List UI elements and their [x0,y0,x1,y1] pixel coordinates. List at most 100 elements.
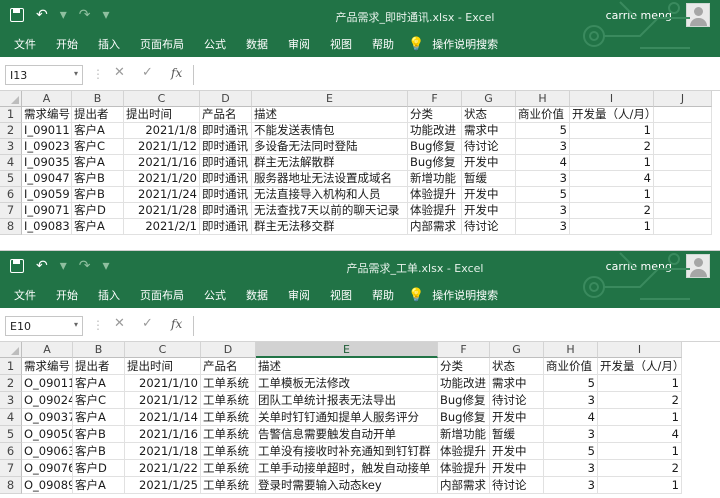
header-cell[interactable]: 状态 [490,358,544,375]
table-cell[interactable]: 工单没有接收时补充通知到钉钉群 [256,443,438,460]
chevron-down-icon[interactable]: ▾ [74,320,78,329]
table-cell[interactable]: 待讨论 [462,139,516,155]
table-cell[interactable]: 3 [544,392,598,409]
ribbon-tab[interactable]: 帮助 [372,287,394,303]
formula-input[interactable] [193,316,720,336]
enter-icon[interactable]: ✓ [142,65,153,80]
table-cell[interactable]: 待讨论 [490,392,544,409]
table-cell[interactable]: 1 [570,155,654,171]
column-header[interactable]: B [73,342,125,358]
table-cell[interactable]: 服务器地址无法设置成域名 [252,171,408,187]
tell-me-search[interactable]: 操作说明搜索 [432,36,498,52]
table-cell[interactable]: 2 [598,392,682,409]
row-header[interactable]: 3 [0,139,22,155]
table-cell[interactable]: 3 [516,219,570,235]
table-cell[interactable]: 2 [598,460,682,477]
header-cell[interactable]: 描述 [256,358,438,375]
table-cell[interactable]: 2021/1/24 [124,187,200,203]
header-cell[interactable]: 提出者 [73,358,125,375]
table-cell[interactable]: 客户B [73,443,125,460]
table-cell[interactable] [654,203,712,219]
table-cell[interactable]: 客户C [72,139,124,155]
table-cell[interactable]: O_09089 [22,477,73,494]
table-cell[interactable]: 即时通讯 [200,219,252,235]
table-cell[interactable]: 即时通讯 [200,203,252,219]
header-cell[interactable]: 需求编号 [22,107,72,123]
column-header[interactable]: B [72,91,124,107]
header-cell[interactable]: 产品名 [200,107,252,123]
table-cell[interactable]: 4 [544,409,598,426]
table-cell[interactable]: 3 [516,203,570,219]
name-box[interactable]: E10 ▾ [5,316,83,336]
row-header[interactable]: 8 [0,477,22,494]
table-cell[interactable]: 即时通讯 [200,139,252,155]
ribbon-tab[interactable]: 页面布局 [140,36,184,52]
table-cell[interactable]: I_09059 [22,187,72,203]
table-cell[interactable]: 开发中 [490,443,544,460]
column-header[interactable]: E [256,342,438,358]
table-cell[interactable]: 工单系统 [201,409,256,426]
column-header[interactable]: C [125,342,201,358]
table-cell[interactable]: 5 [544,375,598,392]
table-cell[interactable]: 需求中 [490,375,544,392]
select-all-corner[interactable] [0,91,22,107]
row-header[interactable]: 4 [0,409,22,426]
table-cell[interactable]: 内部需求 [408,219,462,235]
table-cell[interactable]: 工单系统 [201,392,256,409]
column-header[interactable]: I [598,342,682,358]
table-cell[interactable]: 5 [516,187,570,203]
cancel-icon[interactable]: ✕ [114,316,125,331]
name-box[interactable]: I13 ▾ [5,65,83,85]
table-cell[interactable]: 工单系统 [201,443,256,460]
row-header[interactable]: 8 [0,219,22,235]
table-cell[interactable]: O_09011 [22,375,73,392]
insert-function-icon[interactable]: fx [171,317,182,331]
cancel-icon[interactable]: ✕ [114,65,125,80]
ribbon-tab[interactable]: 帮助 [372,36,394,52]
table-cell[interactable]: 即时通讯 [200,123,252,139]
ribbon-tab[interactable]: 文件 [14,287,36,303]
table-cell[interactable]: 暂缓 [490,426,544,443]
table-cell[interactable]: 2021/1/18 [125,443,201,460]
row-header[interactable]: 3 [0,392,22,409]
column-header[interactable]: A [22,342,73,358]
table-cell[interactable]: 2021/1/28 [124,203,200,219]
table-cell[interactable]: 客户C [73,392,125,409]
table-cell[interactable]: 4 [570,171,654,187]
table-cell[interactable]: I_09047 [22,171,72,187]
table-cell[interactable]: 1 [598,443,682,460]
table-cell[interactable]: 2 [570,203,654,219]
table-cell[interactable]: 客户A [73,409,125,426]
row-header[interactable]: 2 [0,123,22,139]
table-cell[interactable]: I_09083 [22,219,72,235]
table-cell[interactable]: 3 [516,171,570,187]
header-cell[interactable]: 状态 [462,107,516,123]
table-cell[interactable]: 2021/1/12 [125,392,201,409]
table-cell[interactable]: 客户D [72,203,124,219]
row-header[interactable]: 5 [0,171,22,187]
table-cell[interactable]: 客户A [73,375,125,392]
table-cell[interactable]: 3 [544,426,598,443]
header-cell[interactable]: 商业价值 [544,358,598,375]
row-header[interactable]: 6 [0,443,22,460]
ribbon-tab[interactable]: 开始 [56,36,78,52]
table-cell[interactable]: 待讨论 [462,219,516,235]
table-cell[interactable]: 工单模板无法修改 [256,375,438,392]
table-cell[interactable]: 需求中 [462,123,516,139]
table-cell[interactable]: 即时通讯 [200,187,252,203]
table-cell[interactable]: 体验提升 [438,443,490,460]
ribbon-tab[interactable]: 公式 [204,36,226,52]
table-cell[interactable]: 4 [516,155,570,171]
table-cell[interactable]: 开发中 [462,155,516,171]
enter-icon[interactable]: ✓ [142,316,153,331]
table-cell[interactable]: 2021/1/16 [125,426,201,443]
table-cell[interactable]: 新增功能 [438,426,490,443]
ribbon-tab[interactable]: 数据 [246,36,268,52]
table-cell[interactable]: 功能改进 [408,123,462,139]
table-cell[interactable]: 功能改进 [438,375,490,392]
table-cell[interactable] [654,123,712,139]
column-header[interactable]: I [570,91,654,107]
header-cell[interactable]: 分类 [408,107,462,123]
insert-function-icon[interactable]: fx [171,66,182,80]
header-cell[interactable]: 提出时间 [125,358,201,375]
